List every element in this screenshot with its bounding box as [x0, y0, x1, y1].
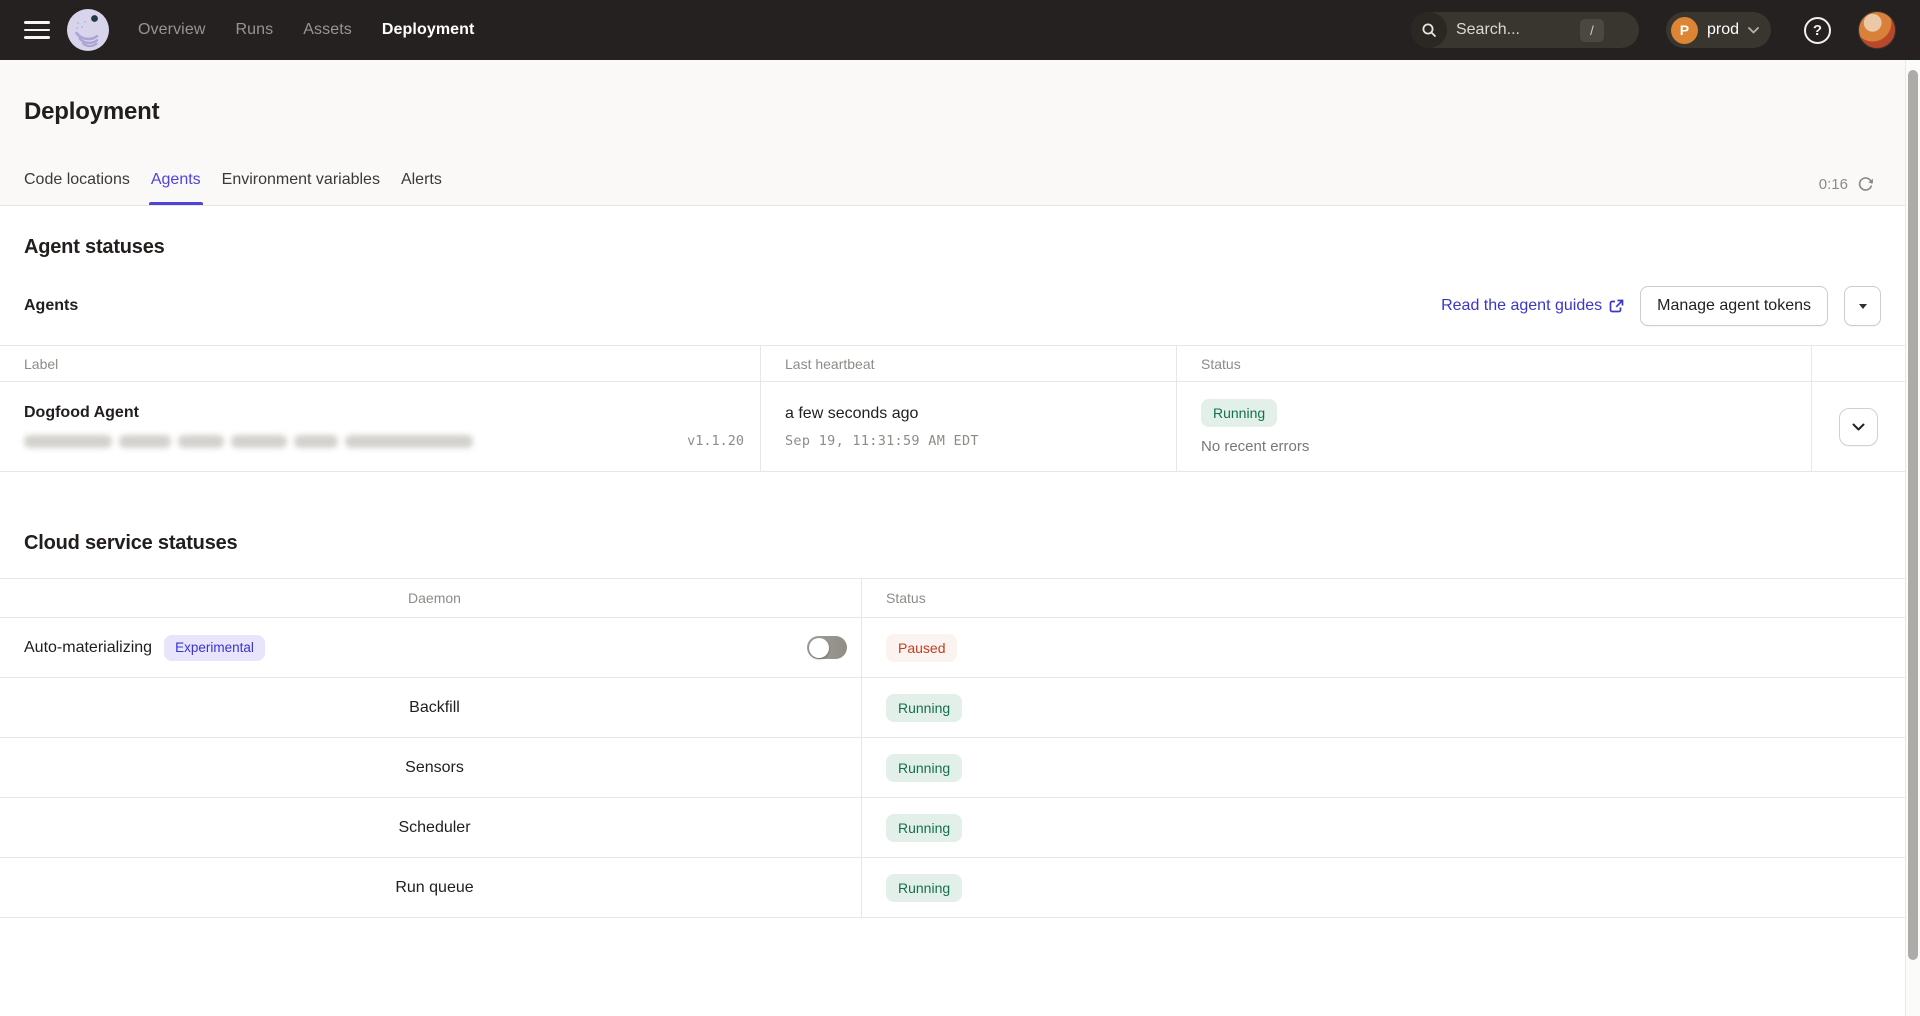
cloud-table-header: Daemon Status [0, 579, 1905, 618]
tab-alerts[interactable]: Alerts [401, 170, 442, 205]
manage-agent-tokens-button[interactable]: Manage agent tokens [1640, 286, 1828, 326]
toggle-knob [809, 638, 829, 658]
agent-statuses-heading: Agent statuses [0, 206, 1905, 260]
refresh-timer: 0:16 [1819, 176, 1848, 193]
agents-table-header: Label Last heartbeat Status [0, 346, 1905, 382]
daemon-status-badge: Running [886, 694, 962, 722]
daemon-name: Run queue [395, 879, 473, 897]
nav-runs[interactable]: Runs [235, 21, 273, 39]
agent-name: Dogfood Agent [24, 404, 744, 422]
daemon-name: Backfill [409, 699, 460, 717]
caret-down-icon [1859, 304, 1867, 309]
deployment-switcher[interactable]: P prod [1666, 12, 1771, 48]
agent-status-badge: Running [1201, 399, 1277, 427]
external-link-icon [1609, 299, 1624, 314]
daemon-status-badge: Running [886, 754, 962, 782]
page-title: Deployment [0, 60, 1920, 126]
help-glyph: ? [1813, 22, 1822, 39]
daemon-status-badge: Running [886, 874, 962, 902]
daemon-name: Scheduler [398, 819, 470, 837]
nav-assets[interactable]: Assets [303, 21, 352, 39]
agent-tokens-menu-button[interactable] [1844, 286, 1881, 326]
daemon-row-backfill: Backfill Running [0, 678, 1905, 738]
chevron-down-icon [1852, 423, 1865, 431]
agent-id-redacted [24, 435, 473, 448]
menu-hamburger-icon[interactable] [24, 21, 50, 39]
agents-toolbar: Agents Read the agent guides Manage agen… [0, 286, 1905, 326]
daemon-status-badge: Running [886, 814, 962, 842]
agent-status-note: No recent errors [1201, 438, 1795, 455]
search-shortcut-key: / [1580, 19, 1604, 42]
dagster-logo-icon[interactable] [66, 8, 110, 52]
chevron-down-icon [1748, 27, 1759, 34]
tab-agents[interactable]: Agents [151, 170, 201, 205]
daemon-name: Auto-materializing [24, 639, 152, 657]
tab-code-locations[interactable]: Code locations [24, 170, 130, 205]
scrollbar-thumb[interactable] [1908, 70, 1918, 960]
search-box[interactable]: / [1411, 12, 1639, 48]
heartbeat-timestamp: Sep 19, 11:31:59 AM EDT [785, 433, 1160, 449]
auto-materializing-toggle[interactable] [807, 636, 847, 659]
refresh-icon[interactable] [1857, 176, 1874, 193]
experimental-badge: Experimental [164, 635, 265, 661]
column-header-heartbeat: Last heartbeat [785, 356, 1160, 372]
search-icon [1411, 12, 1447, 48]
column-header-status: Status [886, 590, 1889, 606]
deployment-switcher-label: prod [1707, 21, 1739, 39]
page-scrollbar[interactable] [1905, 60, 1920, 1016]
user-avatar[interactable] [1858, 11, 1896, 49]
nav-overview[interactable]: Overview [138, 21, 205, 39]
top-nav: Overview Runs Assets Deployment / P prod… [0, 0, 1920, 60]
agents-subheading: Agents [24, 297, 78, 315]
daemon-row-auto-materializing: Auto-materializing Experimental Paused [0, 618, 1905, 678]
deployment-initial-badge: P [1671, 17, 1698, 44]
search-input[interactable] [1456, 21, 1566, 39]
column-header-label: Label [24, 356, 744, 372]
heartbeat-relative: a few seconds ago [785, 405, 1160, 423]
agent-guides-link[interactable]: Read the agent guides [1441, 297, 1624, 315]
agent-guides-link-label: Read the agent guides [1441, 297, 1602, 315]
tabs-bar: Code locations Agents Environment variab… [0, 170, 1920, 205]
daemon-status-badge: Paused [886, 634, 957, 662]
main-content: Agent statuses Agents Read the agent gui… [0, 206, 1905, 918]
daemon-row-sensors: Sensors Running [0, 738, 1905, 798]
daemon-row-run-queue: Run queue Running [0, 858, 1905, 918]
nav-deployment[interactable]: Deployment [382, 21, 475, 39]
agents-table: Label Last heartbeat Status Dogfood Agen… [0, 345, 1905, 472]
tab-environment-variables[interactable]: Environment variables [222, 170, 380, 205]
cloud-services-table: Daemon Status Auto-materializing Experim… [0, 578, 1905, 918]
primary-nav: Overview Runs Assets Deployment [138, 21, 474, 39]
page-header: Deployment Code locations Agents Environ… [0, 60, 1920, 206]
column-header-daemon: Daemon [408, 590, 461, 606]
agent-version: v1.1.20 [687, 433, 744, 449]
agent-row: Dogfood Agent v1.1.20 a few seconds ago … [0, 382, 1905, 472]
help-icon[interactable]: ? [1804, 17, 1831, 44]
agent-row-expand-button[interactable] [1839, 408, 1878, 446]
column-header-status: Status [1201, 356, 1795, 372]
daemon-row-scheduler: Scheduler Running [0, 798, 1905, 858]
daemon-name: Sensors [405, 759, 464, 777]
cloud-service-statuses-heading: Cloud service statuses [0, 530, 1905, 556]
